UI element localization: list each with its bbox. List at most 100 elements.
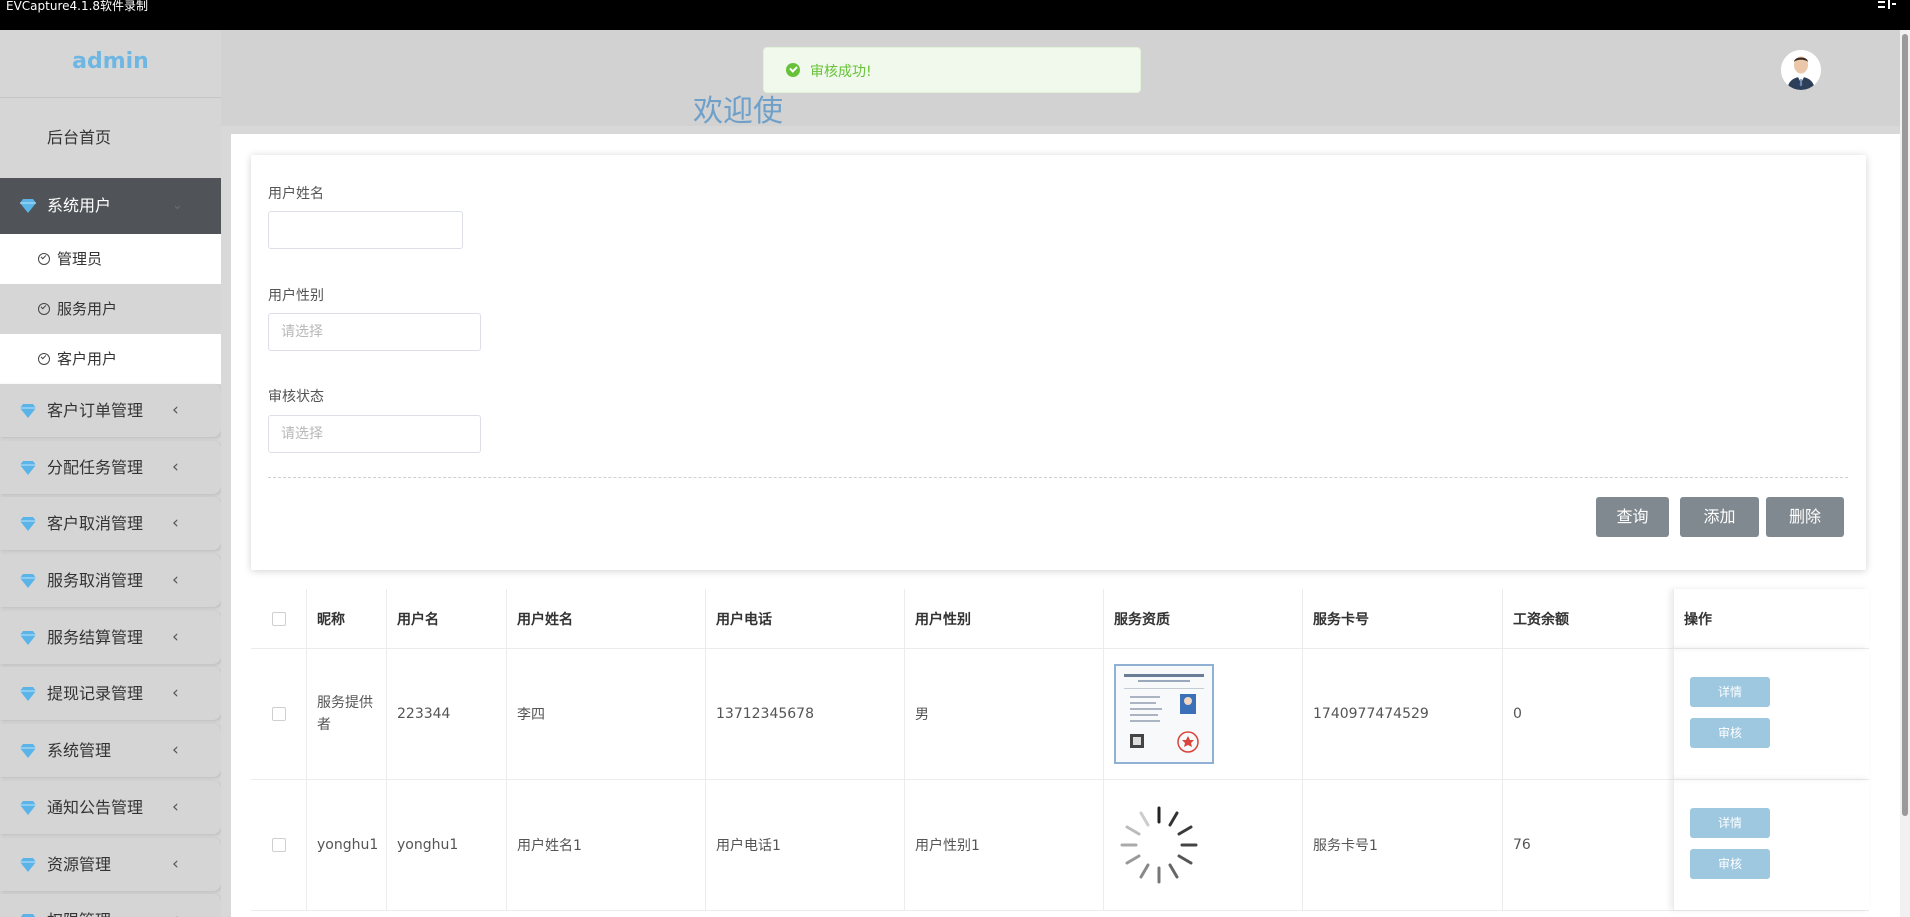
cell-qualification <box>1103 779 1302 910</box>
sidebar-group-label: 通知公告管理 <box>47 797 144 817</box>
cell-phone: 13712345678 <box>705 648 904 779</box>
gem-icon <box>20 857 36 872</box>
table-header-row: 昵称 用户名 用户姓名 用户电话 用户性别 服务资质 服务卡号 工资余额 操作 <box>251 589 1869 649</box>
detail-button[interactable]: 详情 <box>1690 808 1770 838</box>
sidebar-group-label: 权限管理 <box>47 894 111 917</box>
sidebar-group-item[interactable]: 客户取消管理 ‹ <box>0 497 221 551</box>
cell-balance: 0 <box>1502 648 1673 779</box>
gem-icon <box>20 574 36 589</box>
name-input[interactable] <box>268 211 463 249</box>
qualification-certificate-image[interactable] <box>1114 663 1214 764</box>
sidebar-item-home[interactable]: 后台首页 <box>0 98 221 178</box>
sidebar-subitem-service-users[interactable]: 服务用户 <box>0 284 221 334</box>
subitem-label: 客户用户 <box>57 350 118 368</box>
subitem-label: 服务用户 <box>57 300 118 318</box>
select-all-cell <box>251 589 306 648</box>
status-label: 审核状态 <box>268 389 324 405</box>
sidebar-item-label: 系统用户 <box>47 196 112 215</box>
cell-actions: 详情 审核 <box>1673 779 1869 910</box>
scrollbar-thumb[interactable] <box>1902 34 1908 816</box>
sidebar-group-item[interactable]: 服务取消管理 ‹ <box>0 554 221 608</box>
row-select-cell <box>251 779 306 910</box>
sidebar-item-system-users[interactable]: 系统用户 ⌄ <box>0 178 221 234</box>
gem-icon <box>20 404 36 418</box>
gender-label: 用户性别 <box>268 288 324 304</box>
gender-select[interactable]: 请选择 <box>268 313 481 351</box>
window-titlebar: EVCapture4.1.8软件录制 <box>0 0 1910 30</box>
cell-qualification <box>1103 648 1302 779</box>
chevron-left-icon: ‹ <box>172 570 179 591</box>
name-label: 用户姓名 <box>268 186 324 202</box>
cell-gender: 男 <box>904 648 1103 779</box>
sidebar-subitem-customer-users[interactable]: 客户用户 <box>0 334 221 384</box>
chevron-left-icon: ‹ <box>172 894 179 917</box>
check-circle-icon <box>38 303 50 315</box>
user-avatar[interactable] <box>1781 50 1821 90</box>
sidebar-group-item[interactable]: 服务结算管理 ‹ <box>0 610 221 664</box>
sidebar: admin 后台首页 系统用户 ⌄ 管理员 服务用户 客户用户 客户订单管理 ‹ 分… <box>0 30 221 917</box>
loading-spinner-icon <box>1120 806 1198 883</box>
row-checkbox[interactable] <box>271 837 286 852</box>
sidebar-group-item[interactable]: 通知公告管理 ‹ <box>0 780 221 834</box>
row-checkbox[interactable] <box>271 706 286 721</box>
status-select[interactable]: 请选择 <box>268 415 481 453</box>
window-title: EVCapture4.1.8软件录制 <box>6 0 149 13</box>
check-circle-icon <box>38 253 50 265</box>
sidebar-group-label: 系统管理 <box>47 741 112 761</box>
chevron-left-icon: ‹ <box>172 683 179 704</box>
sidebar-group-item[interactable]: 资源管理 ‹ <box>0 837 221 891</box>
window-control-icon[interactable] <box>1878 0 1896 10</box>
cell-nickname: 服务提供者 <box>306 648 386 779</box>
cell-actions: 详情 审核 <box>1673 648 1869 779</box>
cell-nickname: yonghu1 <box>306 779 386 910</box>
gem-icon <box>20 800 36 815</box>
sidebar-subitem-admin[interactable]: 管理员 <box>0 234 221 284</box>
sidebar-group-item[interactable]: 提现记录管理 ‹ <box>0 667 221 721</box>
sidebar-group-item[interactable]: 分配任务管理 ‹ <box>0 440 221 494</box>
cell-card-number: 服务卡号1 <box>1302 779 1502 910</box>
cell-phone: 用户电话1 <box>705 779 904 910</box>
gem-icon <box>20 517 36 532</box>
chevron-down-icon: ⌄ <box>172 198 183 213</box>
review-button[interactable]: 审核 <box>1690 718 1770 748</box>
col-header: 服务资质 <box>1103 589 1302 648</box>
chevron-left-icon: ‹ <box>172 456 179 477</box>
select-all-checkbox[interactable] <box>271 611 286 626</box>
cell-realname: 用户姓名1 <box>506 779 705 910</box>
gem-icon <box>20 744 36 759</box>
col-header: 用户名 <box>386 589 506 648</box>
gem-icon <box>20 687 36 702</box>
add-button[interactable]: 添加 <box>1680 497 1759 537</box>
main-content: 用户姓名 用户性别 请选择 审核状态 请选择 查询 添加 删除 昵称 用户名 用… <box>231 134 1900 917</box>
gem-icon <box>20 460 36 475</box>
sidebar-group-item[interactable]: 权限管理 ‹ <box>0 894 221 917</box>
cell-username: 223344 <box>386 648 506 779</box>
col-header: 用户电话 <box>705 589 904 648</box>
col-header: 工资余额 <box>1502 589 1673 648</box>
sidebar-group-item[interactable]: 系统管理 ‹ <box>0 724 221 778</box>
cell-balance: 76 <box>1502 779 1673 910</box>
chevron-left-icon: ‹ <box>172 796 179 817</box>
search-form-card: 用户姓名 用户性别 请选择 审核状态 请选择 查询 添加 删除 <box>251 155 1866 570</box>
cell-username: yonghu1 <box>386 779 506 910</box>
col-header: 服务卡号 <box>1302 589 1502 648</box>
chevron-left-icon: ‹ <box>172 740 179 761</box>
query-button[interactable]: 查询 <box>1596 497 1669 537</box>
sidebar-group-label: 服务结算管理 <box>47 627 144 647</box>
review-button[interactable]: 审核 <box>1690 849 1770 879</box>
col-header: 用户性别 <box>904 589 1103 648</box>
chevron-left-icon: ‹ <box>172 626 179 647</box>
subitem-label: 管理员 <box>57 250 103 268</box>
detail-button[interactable]: 详情 <box>1690 677 1770 707</box>
cell-gender: 用户性别1 <box>904 779 1103 910</box>
page-scrollbar[interactable] <box>1900 30 1910 917</box>
col-header: 用户姓名 <box>506 589 705 648</box>
row-select-cell <box>251 648 306 779</box>
form-divider <box>268 477 1848 478</box>
chevron-left-icon: ‹ <box>172 400 179 420</box>
sidebar-group-item[interactable]: 客户订单管理 ‹ <box>0 384 221 437</box>
sidebar-group-label: 客户订单管理 <box>47 401 144 420</box>
delete-button[interactable]: 删除 <box>1766 497 1844 537</box>
cell-realname: 李四 <box>506 648 705 779</box>
success-icon <box>786 63 800 77</box>
